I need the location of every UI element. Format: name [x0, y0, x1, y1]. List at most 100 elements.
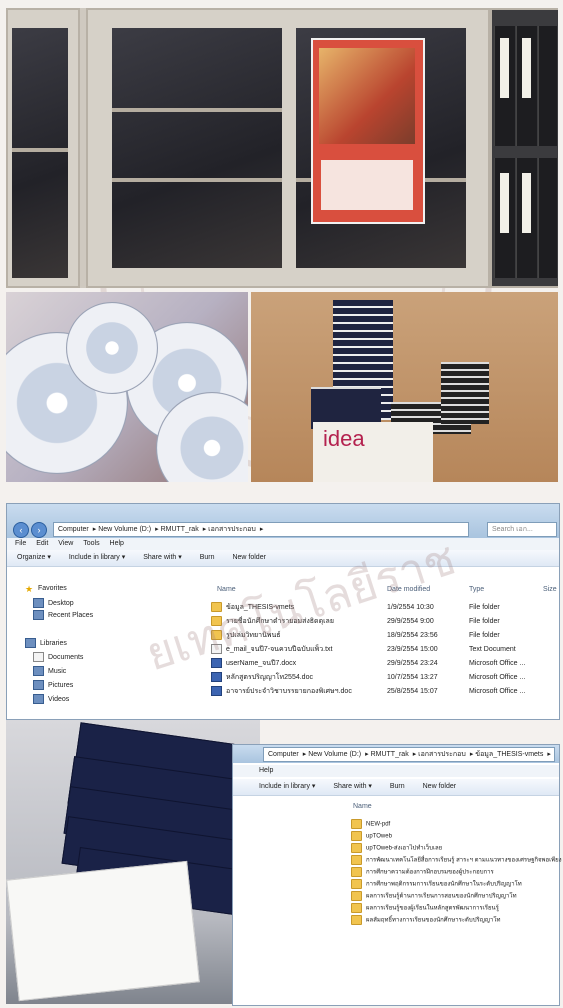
- file-name: อาจารย์ประจำวิชาบรรยายกองพิเศษฯ.doc: [211, 686, 381, 697]
- folder-icon: [351, 843, 362, 853]
- menu-tools[interactable]: Tools: [83, 540, 99, 547]
- folder-name: upTOweb-ส่งเอาไปทำเว็บเลย: [366, 845, 443, 852]
- file-type: File folder: [469, 618, 500, 625]
- nav-libraries[interactable]: Libraries: [25, 638, 67, 648]
- folder-name: upTOweb: [366, 833, 392, 840]
- file-type: Microsoft Office ...: [469, 660, 526, 667]
- books-photo: idea: [251, 292, 558, 482]
- menu-file[interactable]: File: [15, 540, 26, 547]
- nav-documents[interactable]: Documents: [33, 652, 83, 662]
- nav-videos[interactable]: Videos: [33, 694, 69, 704]
- folder-icon: [351, 867, 362, 877]
- file-row[interactable]: หลักสูตรปริญญาโท2554.doc 10/7/2554 13:27 M…: [211, 672, 551, 683]
- back-button[interactable]: ‹: [13, 522, 29, 538]
- idea-box: idea: [313, 422, 433, 482]
- breadcrumb-folder[interactable]: เอกสารประกอบ: [208, 526, 256, 533]
- nav-desktop[interactable]: Desktop: [33, 598, 74, 608]
- folder-name: ผลการเรียนรู้ของผู้เรียนในหลักสูตรพัฒนาก…: [366, 905, 499, 912]
- share-with-button[interactable]: Share with ▾: [143, 554, 182, 561]
- breadcrumb-thesis[interactable]: ข้อมูล_THESIS-vmets: [475, 751, 543, 758]
- folder-row[interactable]: ผลสัมฤทธิ์ทางการเรียนของนักศึกษาระดับปริ…: [351, 915, 501, 925]
- menu-bar: File Edit View Tools Help: [7, 538, 559, 550]
- folder-icon: [351, 915, 362, 925]
- file-type: File folder: [469, 632, 500, 639]
- stacked-theses-photo: [6, 720, 260, 1004]
- command-bar: Include in library ▾ Share with ▾ Burn N…: [233, 779, 559, 796]
- breadcrumb-rmutt[interactable]: RMUTT_rak: [161, 526, 199, 533]
- organize-button[interactable]: Organize ▾: [17, 554, 51, 561]
- burn-button[interactable]: Burn: [390, 783, 405, 790]
- menu-help[interactable]: Help: [259, 767, 273, 774]
- file-row[interactable]: userName_จนปี7.docx 29/9/2554 23:24 Micros…: [211, 658, 551, 669]
- folder-icon: [351, 891, 362, 901]
- breadcrumb-computer[interactable]: Computer: [58, 526, 89, 533]
- folder-name: NEW-pdf: [366, 821, 391, 828]
- new-folder-button[interactable]: New folder: [423, 783, 456, 790]
- new-folder-button[interactable]: New folder: [232, 554, 265, 561]
- nav-recent-places[interactable]: Recent Places: [33, 610, 93, 620]
- breadcrumb-volume[interactable]: New Volume (D:): [308, 751, 361, 758]
- folder-row[interactable]: upTOweb-ส่งเอาไปทำเว็บเลย: [351, 843, 442, 853]
- folder-icon: [351, 903, 362, 913]
- desktop-icon: [33, 598, 44, 608]
- discs-photo: [6, 292, 248, 482]
- breadcrumb-volume[interactable]: New Volume (D:): [98, 526, 151, 533]
- file-name-text: หลักสูตรปริญญาโท2554.doc: [226, 674, 313, 681]
- folder-row[interactable]: NEW-pdf: [351, 819, 390, 829]
- menu-bar: Help: [233, 765, 559, 777]
- pictures-icon: [33, 680, 44, 690]
- file-row[interactable]: อาจารย์ประจำวิชาบรรยายกองพิเศษฯ.doc 25/8/…: [211, 686, 551, 697]
- folder-row[interactable]: ผลการเรียนรู้ของผู้เรียนในหลักสูตรพัฒนาก…: [351, 903, 499, 913]
- folder-name: ผลสัมฤทธิ์ทางการเรียนของนักศึกษาระดับปริ…: [366, 917, 501, 924]
- title-bar: ‹ › Computer ▸ New Volume (D:) ▸ RMUTT_rak…: [7, 504, 559, 538]
- folder-row[interactable]: upTOweb: [351, 831, 392, 841]
- file-type: Microsoft Office ...: [469, 674, 526, 681]
- menu-edit[interactable]: Edit: [36, 540, 48, 547]
- address-bar[interactable]: Computer ▸ New Volume (D:) ▸ RMUTT_rak ▸ เอ…: [263, 747, 555, 762]
- column-size[interactable]: Size: [543, 586, 557, 593]
- breadcrumb-rmutt[interactable]: RMUTT_rak: [371, 751, 409, 758]
- folder-name: การศึกษาพฤติกรรมการเรียนของนักศึกษาในระด…: [366, 881, 522, 888]
- folder-name: การพัฒนาเทคโนโลยีสื่อการเรียนรู้ สาระฯ ต…: [366, 857, 562, 864]
- file-name: หลักสูตรปริญญาโท2554.doc: [211, 672, 381, 683]
- file-type: Microsoft Office ...: [469, 688, 526, 695]
- folder-name: การศึกษาความต้องการฝึกอบรมของผู้ประกอบกา…: [366, 869, 494, 876]
- burn-button[interactable]: Burn: [200, 554, 215, 561]
- recent-places-icon: [33, 610, 44, 620]
- libraries-icon: [25, 638, 36, 648]
- command-bar: Organize ▾ Include in library ▾ Share wi…: [7, 550, 559, 567]
- file-date: 18/9/2554 23:56: [387, 632, 438, 639]
- folder-row[interactable]: การพัฒนาเทคโนโลยีสื่อการเรียนรู้ สาระฯ ต…: [351, 855, 562, 865]
- column-type[interactable]: Type: [469, 586, 484, 593]
- include-library-button[interactable]: Include in library ▾: [259, 783, 315, 790]
- title-bar: Computer ▸ New Volume (D:) ▸ RMUTT_rak ▸ เอ…: [233, 745, 559, 763]
- file-date: 23/9/2554 15:00: [387, 646, 438, 653]
- nav-music[interactable]: Music: [33, 666, 66, 676]
- folder-row[interactable]: การศึกษาพฤติกรรมการเรียนของนักศึกษาในระด…: [351, 879, 522, 889]
- search-input[interactable]: Search เอก...: [487, 522, 557, 537]
- file-type: Text Document: [469, 646, 516, 653]
- include-library-button[interactable]: Include in library ▾: [69, 554, 125, 561]
- forward-button[interactable]: ›: [31, 522, 47, 538]
- breadcrumb-computer[interactable]: Computer: [268, 751, 299, 758]
- doc-icon: [211, 672, 222, 683]
- folder-row[interactable]: ผลการเรียนรู้ด้านการเรียนการสอนของนักศึก…: [351, 891, 517, 901]
- menu-help[interactable]: Help: [110, 540, 124, 547]
- documents-icon: [33, 652, 44, 662]
- doc-icon: [211, 686, 222, 697]
- wall-poster: [311, 38, 425, 224]
- nav-pictures[interactable]: Pictures: [33, 680, 73, 690]
- column-name[interactable]: Name: [353, 803, 372, 810]
- file-name-text: อาจารย์ประจำวิชาบรรยายกองพิเศษฯ.doc: [226, 688, 352, 695]
- file-date: 29/9/2554 9:00: [387, 618, 434, 625]
- folder-row[interactable]: การศึกษาความต้องการฝึกอบรมของผู้ประกอบกา…: [351, 867, 494, 877]
- nav-favorites[interactable]: ★ Favorites: [25, 584, 67, 594]
- file-date: 10/7/2554 13:27: [387, 674, 438, 681]
- idea-box-text: idea: [323, 426, 365, 451]
- folder-icon: [351, 879, 362, 889]
- share-with-button[interactable]: Share with ▾: [333, 783, 372, 790]
- menu-view[interactable]: View: [58, 540, 73, 547]
- videos-icon: [33, 694, 44, 704]
- breadcrumb-folder[interactable]: เอกสารประกอบ: [418, 751, 466, 758]
- folder-icon: [351, 819, 362, 829]
